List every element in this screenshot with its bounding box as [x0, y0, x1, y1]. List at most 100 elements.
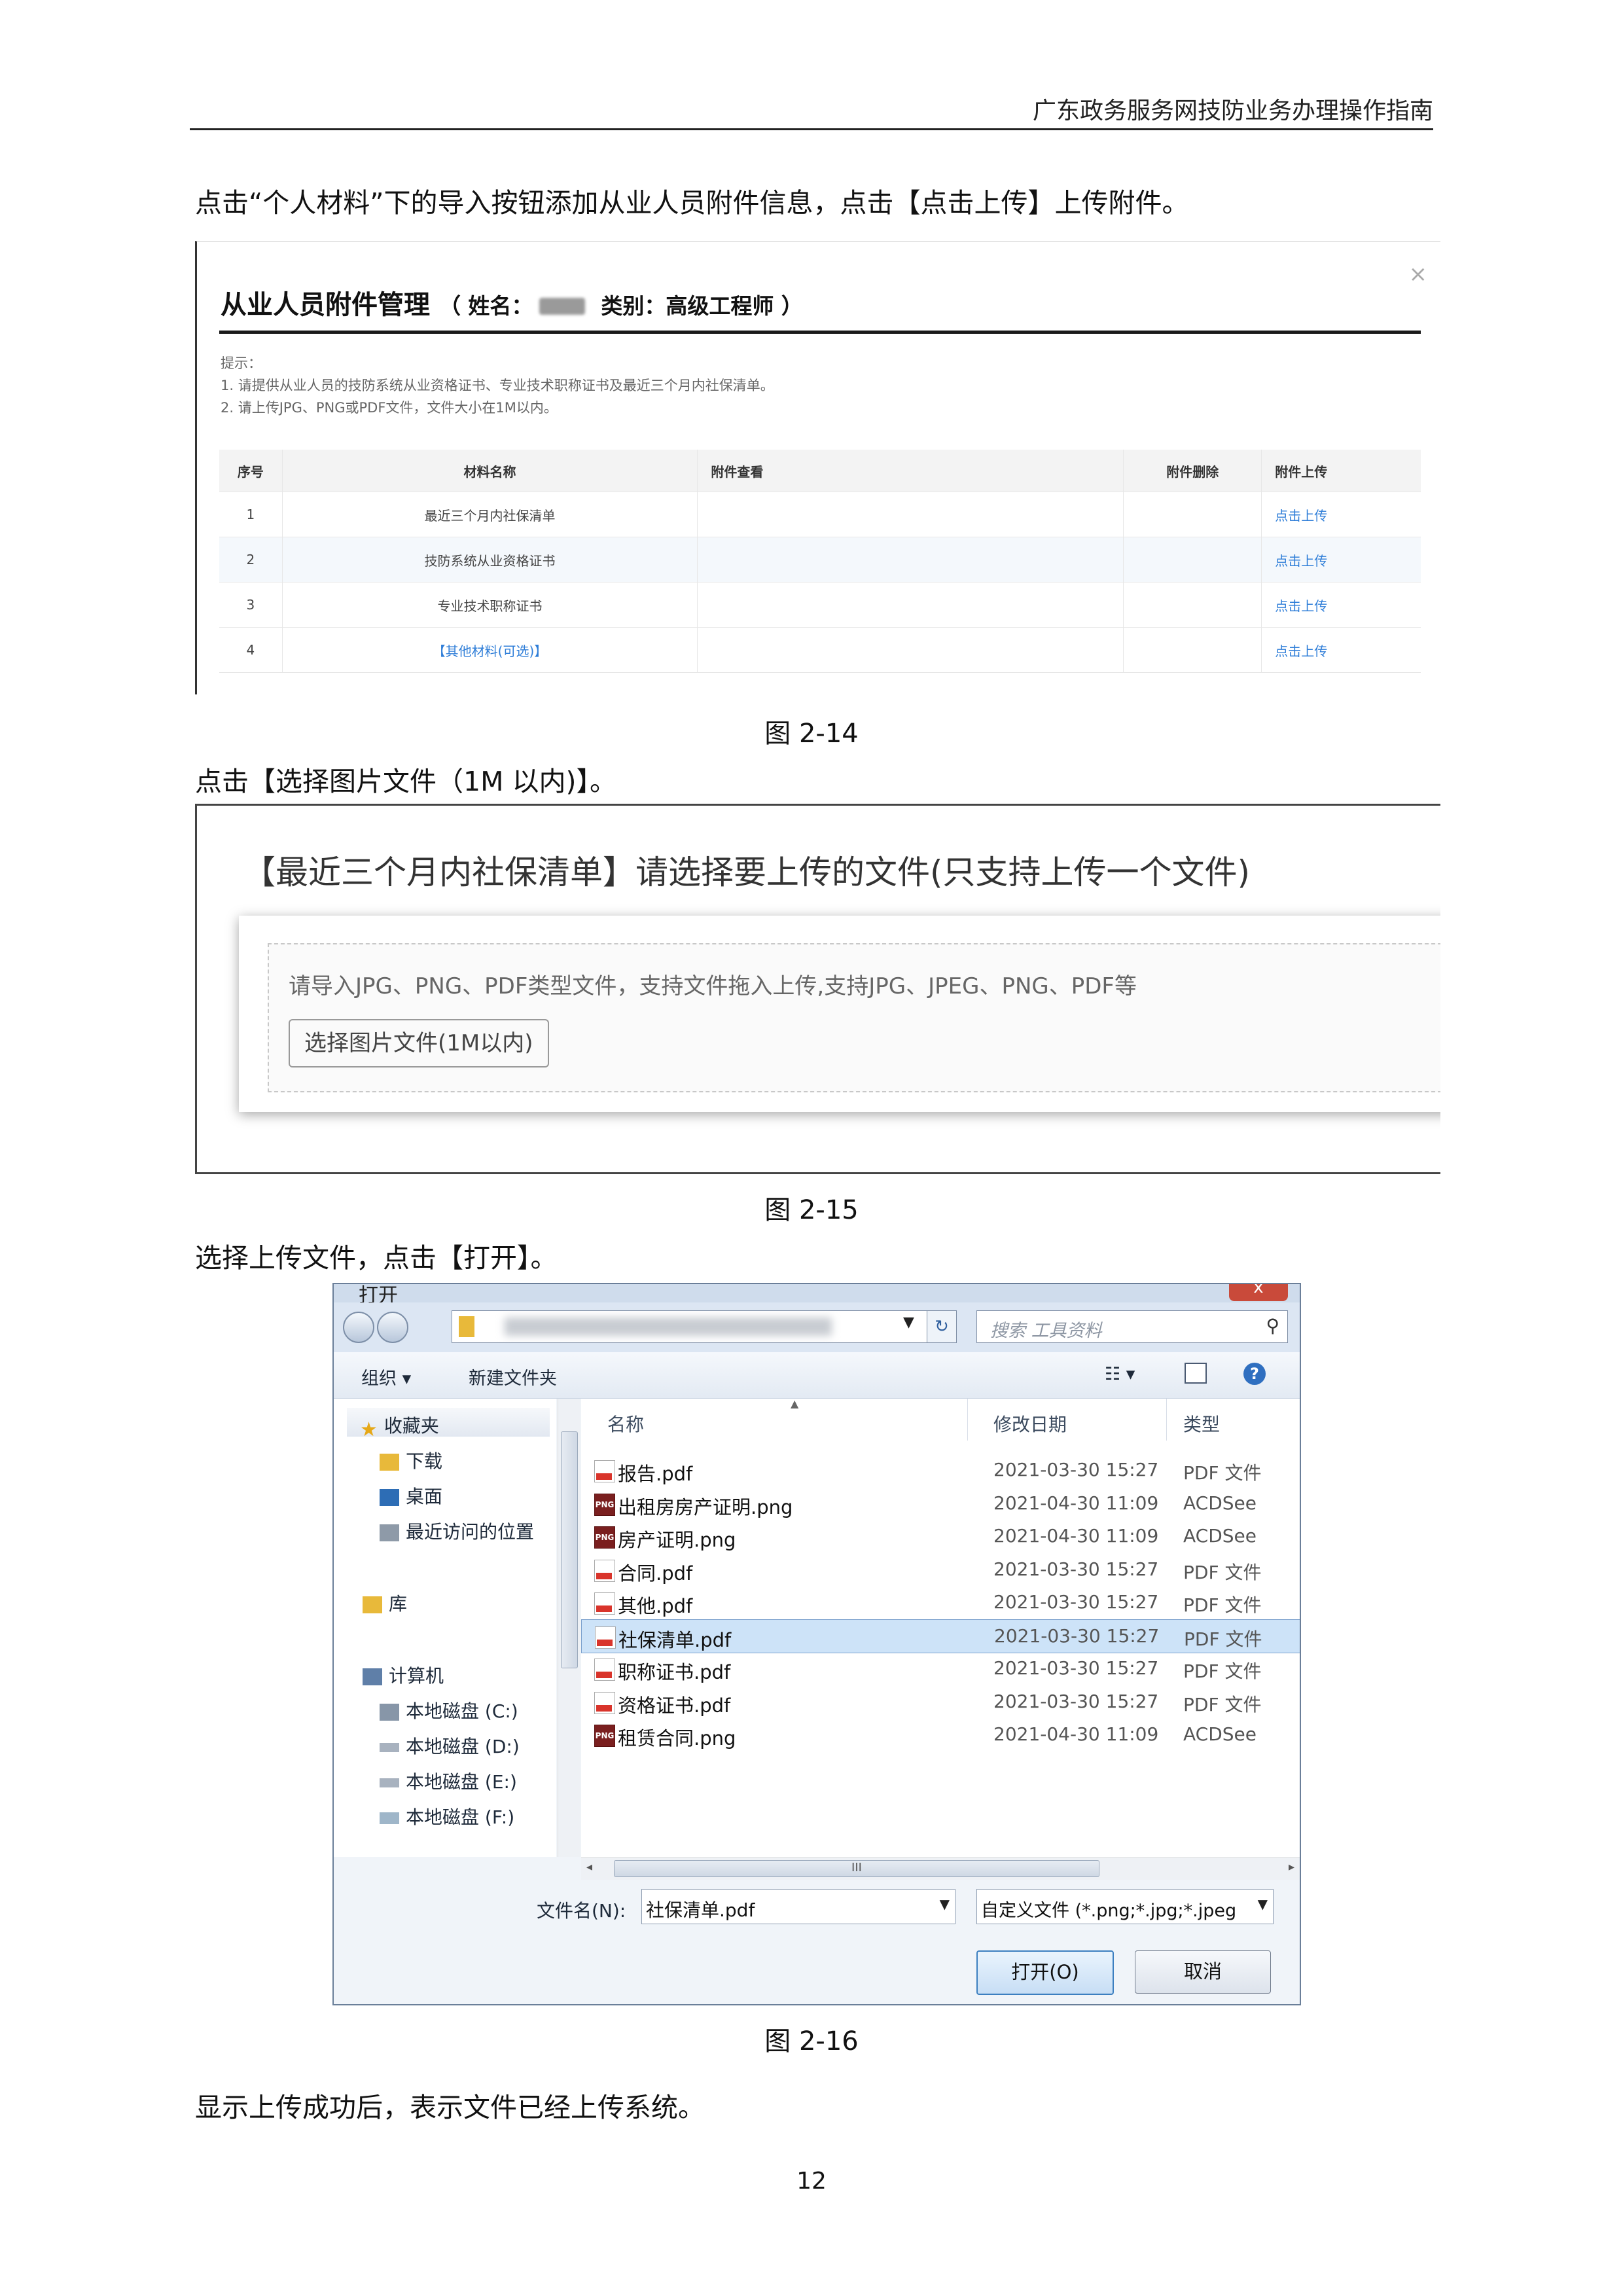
redacted-path	[505, 1318, 832, 1336]
close-icon[interactable]: ×	[1409, 261, 1428, 287]
file-row[interactable]: 报告.pdf 2021-03-30 15:27 PDF 文件	[581, 1454, 1300, 1486]
upload-link[interactable]: 点击上传	[1261, 627, 1421, 673]
file-name: 出租房房产证明.png	[618, 1496, 793, 1518]
pdf-file-icon	[594, 1559, 615, 1582]
refresh-icon[interactable]: ↻	[927, 1310, 957, 1343]
folder-icon	[459, 1316, 474, 1337]
tip-line-2: 2. 请上传JPG、PNG或PDF文件，文件大小在1M以内。	[221, 400, 558, 416]
file-row[interactable]: 资格证书.pdf 2021-03-30 15:27 PDF 文件	[581, 1685, 1300, 1718]
caption-fig-2-16: 图 2-16	[764, 2026, 859, 2056]
computer-icon	[363, 1668, 382, 1685]
file-date: 2021-04-30 11:09	[993, 1723, 1159, 1745]
file-type: ACDSee	[1183, 1492, 1257, 1514]
col-header-delete: 附件删除	[1123, 450, 1262, 492]
row-view-cell	[697, 582, 1124, 628]
upload-link[interactable]: 点击上传	[1261, 537, 1421, 583]
file-list-hscrollbar[interactable]: ◂ III ▸	[581, 1857, 1300, 1880]
cancel-button[interactable]: 取消	[1135, 1950, 1271, 1994]
view-options-icon[interactable]: ☷ ▾	[1105, 1364, 1135, 1384]
file-type: PDF 文件	[1183, 1693, 1262, 1715]
row-delete-cell	[1123, 492, 1262, 537]
table-row: 2 技防系统从业资格证书 点击上传	[219, 537, 1421, 583]
paragraph-3: 选择上传文件，点击【打开】。	[195, 1242, 558, 1274]
nav-library-label: 库	[389, 1593, 408, 1615]
nav-library[interactable]: 库	[363, 1590, 407, 1616]
file-name: 社保清单.pdf	[618, 1628, 732, 1651]
col-header-upload: 附件上传	[1261, 450, 1421, 492]
open-button[interactable]: 打开(O)	[976, 1950, 1114, 1995]
file-row[interactable]: PNG 出租房房产证明.png 2021-04-30 11:09 ACDSee	[581, 1487, 1300, 1520]
search-icon[interactable]: ⚲	[1266, 1315, 1279, 1336]
preview-pane-icon[interactable]	[1185, 1363, 1207, 1384]
nav-desktop[interactable]: 桌面	[380, 1482, 442, 1509]
address-dropdown-icon[interactable]: ▼	[903, 1314, 914, 1331]
file-row[interactable]: 职称证书.pdf 2021-03-30 15:27 PDF 文件	[581, 1652, 1300, 1685]
caption-fig-2-14: 图 2-14	[764, 719, 859, 749]
col-header-view: 附件查看	[697, 450, 1124, 492]
nav-drive-f[interactable]: 本地磁盘 (F:)	[380, 1803, 514, 1829]
file-type-filter-select[interactable]: 自定义文件 (*.png;*.jpg;*.jpeg ▼	[976, 1889, 1274, 1924]
row-material-name-link[interactable]: 【其他材料(可选)】	[281, 627, 698, 673]
title-rule	[219, 331, 1421, 334]
tip-line-1: 1. 请提供从业人员的技防系统从业资格证书、专业技术职称证书及最近三个月内社保清…	[221, 378, 774, 393]
paragraph-4: 显示上传成功后，表示文件已经上传系统。	[195, 2092, 705, 2123]
scroll-right-icon[interactable]: ▸	[1289, 1860, 1294, 1874]
row-delete-cell	[1123, 537, 1262, 583]
file-date: 2021-04-30 11:09	[993, 1525, 1159, 1547]
tip-heading: 提示：	[221, 355, 262, 371]
new-folder-button[interactable]: 新建文件夹	[469, 1364, 557, 1390]
upload-heading: 【最近三个月内社保清单】请选择要上传的文件(只支持上传一个文件)	[243, 853, 1251, 891]
chevron-down-icon[interactable]: ▼	[940, 1896, 950, 1912]
forward-button-icon[interactable]	[377, 1312, 408, 1343]
figure-2-15-upload-dialog: 【最近三个月内社保清单】请选择要上传的文件(只支持上传一个文件) 请导入JPG、…	[195, 804, 1440, 1174]
nav-downloads[interactable]: 下载	[380, 1447, 442, 1473]
nav-favorites[interactable]: ★ 收藏夹	[360, 1412, 439, 1441]
chevron-down-icon[interactable]: ▼	[1257, 1896, 1268, 1912]
col-header-type[interactable]: 类型	[1183, 1410, 1220, 1437]
filename-input[interactable]: 社保清单.pdf ▼	[641, 1889, 955, 1924]
row-material-name: 专业技术职称证书	[281, 582, 698, 628]
help-icon[interactable]: ?	[1243, 1363, 1266, 1385]
desktop-icon	[380, 1489, 399, 1506]
nav-computer[interactable]: 计算机	[363, 1662, 444, 1688]
file-row[interactable]: 合同.pdf 2021-03-30 15:27 PDF 文件	[581, 1553, 1300, 1586]
name-label: （ 姓名：	[438, 293, 533, 319]
paragraph-1: 点击“个人材料”下的导入按钮添加从业人员附件信息，点击【点击上传】上传附件。	[195, 187, 1189, 219]
dialog-title-text: 从业人员附件管理	[221, 290, 430, 320]
library-icon	[363, 1596, 382, 1613]
upload-link[interactable]: 点击上传	[1261, 492, 1421, 537]
file-name: 租赁合同.png	[618, 1727, 736, 1749]
nav-recent[interactable]: 最近访问的位置	[380, 1518, 534, 1544]
choose-image-file-button[interactable]: 选择图片文件(1M以内)	[289, 1019, 549, 1067]
nav-drive-c[interactable]: 本地磁盘 (C:)	[380, 1697, 518, 1723]
col-header-name[interactable]: 名称	[607, 1410, 644, 1437]
file-type: ACDSee	[1183, 1723, 1257, 1745]
search-input[interactable]: 搜索 工具资料 ⚲	[976, 1310, 1288, 1343]
nav-scrollbar-thumb[interactable]	[561, 1431, 578, 1668]
col-header-date[interactable]: 修改日期	[993, 1410, 1067, 1437]
address-input[interactable]	[452, 1310, 957, 1343]
back-button-icon[interactable]	[343, 1312, 374, 1343]
pdf-file-icon	[594, 1659, 615, 1681]
nav-scrollbar[interactable]	[558, 1399, 580, 1857]
page-number: 12	[796, 2168, 827, 2195]
nav-drive-e[interactable]: 本地磁盘 (E:)	[380, 1768, 517, 1794]
file-type-filter-value: 自定义文件 (*.png;*.jpg;*.jpeg	[981, 1901, 1237, 1921]
window-close-button[interactable]: x	[1229, 1284, 1288, 1301]
upload-link[interactable]: 点击上传	[1261, 582, 1421, 628]
file-row[interactable]: PNG 租赁合同.png 2021-04-30 11:09 ACDSee	[581, 1718, 1300, 1751]
drop-zone[interactable]: 请导入JPG、PNG、PDF类型文件，支持文件拖入上传,支持JPG、JPEG、P…	[268, 943, 1440, 1092]
file-type: PDF 文件	[1183, 1660, 1262, 1682]
file-row[interactable]: 其他.pdf 2021-03-30 15:27 PDF 文件	[581, 1586, 1300, 1619]
file-row-selected[interactable]: 社保清单.pdf 2021-03-30 15:27 PDF 文件	[581, 1619, 1300, 1653]
organize-menu[interactable]: 组织 ▾	[361, 1364, 411, 1390]
col-header-name: 材料名称	[281, 450, 698, 492]
dialog-bottom-bar: 文件名(N): 社保清单.pdf ▼ 自定义文件 (*.png;*.jpg;*.…	[334, 1880, 1300, 2004]
file-row[interactable]: PNG 房产证明.png 2021-04-30 11:09 ACDSee	[581, 1520, 1300, 1552]
nav-drive-d[interactable]: 本地磁盘 (D:)	[380, 1732, 520, 1759]
row-no: 1	[219, 492, 283, 537]
table-header-row: 序号 材料名称 附件查看 附件删除 附件上传	[219, 450, 1421, 492]
dialog-title: 从业人员附件管理 （ 姓名： 类别：高级工程师 ）	[221, 283, 803, 321]
hscrollbar-thumb[interactable]: III	[614, 1860, 1099, 1877]
scroll-left-icon[interactable]: ◂	[586, 1860, 592, 1874]
